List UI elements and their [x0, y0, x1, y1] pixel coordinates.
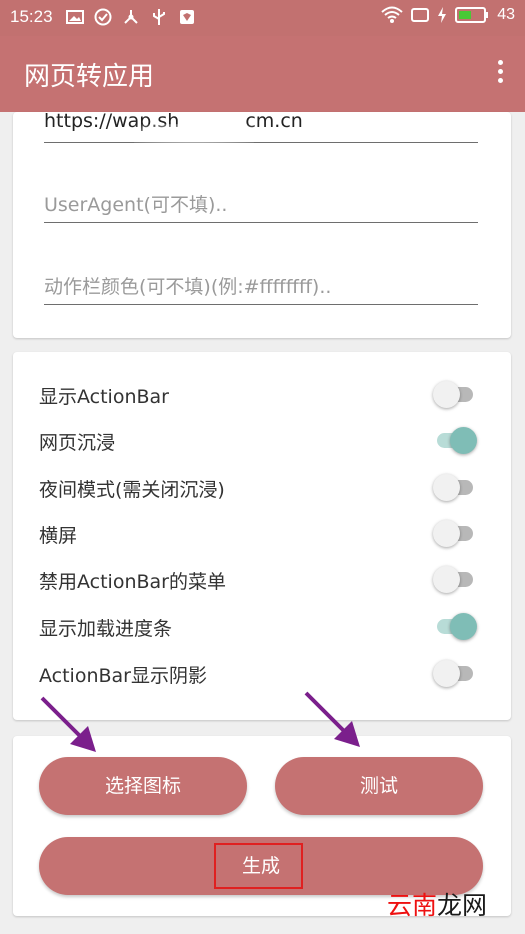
screen-icon	[411, 8, 430, 22]
shield-icon	[180, 10, 194, 24]
url-field[interactable]: https://wap.sh cm.cn	[44, 110, 478, 144]
toggle-switch[interactable]	[433, 565, 477, 593]
option-show-progress[interactable]: 显示加载进度条	[39, 606, 489, 646]
toggle-switch[interactable]	[433, 612, 477, 640]
user-agent-placeholder: UserAgent(可不填)..	[44, 194, 228, 216]
battery-icon	[455, 7, 489, 23]
toggle-switch[interactable]	[433, 473, 477, 501]
highlight-box	[214, 843, 303, 889]
option-label: 显示ActionBar	[39, 386, 169, 408]
battery-level: 43	[497, 6, 515, 23]
annotation-arrow	[304, 691, 360, 747]
app-bar: 网页转应用	[0, 36, 525, 112]
option-show-actionbar[interactable]: 显示ActionBar	[39, 374, 489, 414]
input-card: https://wap.sh cm.cn UserAgent(可不填).. 动作栏…	[13, 110, 511, 338]
annotation-arrow	[40, 696, 96, 752]
network-icon	[124, 10, 138, 24]
status-bar: 15:23 43	[0, 0, 525, 36]
option-immersive-web[interactable]: 网页沉浸	[39, 420, 489, 460]
test-button[interactable]: 测试	[275, 757, 483, 815]
option-night-mode[interactable]: 夜间模式(需关闭沉浸)	[39, 467, 489, 507]
watermark: 云南龙网	[387, 886, 487, 922]
actionbar-color-placeholder: 动作栏颜色(可不填)(例:#ffffffff)..	[44, 276, 332, 298]
option-label: 网页沉浸	[39, 432, 116, 454]
toggle-switch[interactable]	[433, 380, 477, 408]
image-icon	[66, 10, 84, 24]
watermark-part2: 龙网	[436, 891, 487, 920]
test-label: 测试	[359, 775, 398, 797]
more-vert-icon[interactable]	[495, 60, 505, 88]
option-label: 横屏	[39, 525, 78, 547]
actionbar-color-field[interactable]: 动作栏颜色(可不填)(例:#ffffffff)..	[44, 272, 478, 305]
option-label: 显示加载进度条	[39, 618, 173, 640]
choose-icon-button[interactable]: 选择图标	[39, 757, 247, 815]
option-actionbar-shadow[interactable]: ActionBar显示阴影	[39, 653, 489, 693]
check-circle-icon	[94, 8, 112, 26]
choose-icon-label: 选择图标	[104, 775, 181, 797]
option-landscape[interactable]: 横屏	[39, 513, 489, 553]
option-label: ActionBar显示阴影	[39, 665, 207, 687]
app-title: 网页转应用	[24, 62, 155, 92]
toggle-switch[interactable]	[433, 519, 477, 547]
option-label: 夜间模式(需关闭沉浸)	[39, 479, 225, 501]
toggle-switch[interactable]	[433, 426, 477, 454]
system-icons: 43	[381, 6, 515, 24]
charging-icon	[438, 7, 447, 23]
status-time: 15:23	[10, 7, 53, 26]
wifi-icon	[381, 6, 403, 23]
notification-icons	[66, 8, 196, 26]
watermark-part1: 云南	[386, 891, 437, 920]
user-agent-field[interactable]: UserAgent(可不填)..	[44, 190, 478, 223]
toggle-switch[interactable]	[433, 659, 477, 687]
options-card: 显示ActionBar 网页沉浸 夜间模式(需关闭沉浸) 横屏 禁用Action…	[13, 352, 511, 720]
option-disable-actionbar-menu[interactable]: 禁用ActionBar的菜单	[39, 559, 489, 599]
usb-icon	[153, 9, 165, 25]
option-label: 禁用ActionBar的菜单	[39, 571, 226, 593]
